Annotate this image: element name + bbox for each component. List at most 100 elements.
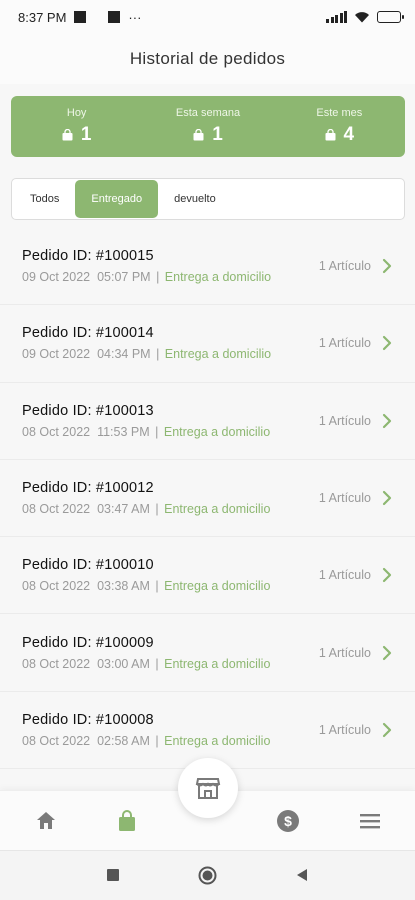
summary-today: Hoy 1 <box>11 96 142 157</box>
order-info: Pedido ID: #100014 09 Oct 2022 04:34 PM … <box>22 325 319 361</box>
order-date: 09 Oct 2022 <box>22 347 91 362</box>
order-id: Pedido ID: #100013 <box>22 402 154 419</box>
dollar-icon[interactable]: $ <box>276 809 300 833</box>
tab-todos[interactable]: Todos <box>14 180 75 218</box>
delivery-type: Entrega a domicilio <box>164 270 272 285</box>
recents-icon[interactable] <box>106 868 120 882</box>
order-info: Pedido ID: #100008 08 Oct 2022 02:58 AM … <box>22 712 319 748</box>
order-time: 02:58 AM <box>97 733 150 748</box>
order-id: Pedido ID: #100014 <box>22 325 154 342</box>
summary-label: Esta semana <box>175 107 241 119</box>
order-row[interactable]: Pedido ID: #100010 08 Oct 2022 03:38 AM … <box>0 537 415 615</box>
summary-value: 4 <box>325 124 355 146</box>
chevron-right-icon <box>382 645 392 660</box>
shopping-bag-icon[interactable] <box>115 809 139 833</box>
delivery-type: Entrega a domicilio <box>163 424 271 439</box>
home-icon[interactable] <box>34 809 58 833</box>
status-bar: 8:37 PM ··· <box>0 0 415 34</box>
svg-text:$: $ <box>284 813 292 829</box>
order-row[interactable]: Pedido ID: #100015 09 Oct 2022 05:07 PM … <box>0 228 415 306</box>
summary-value: 1 <box>193 124 223 146</box>
home-system-icon[interactable] <box>198 866 217 885</box>
order-id: Pedido ID: #100009 <box>22 634 154 651</box>
status-tabs: Todos Entregado devuelto <box>11 178 405 220</box>
item-count: 1 Artículo <box>318 259 371 274</box>
summary-label: Este mes <box>316 107 363 119</box>
order-time: 03:47 AM <box>97 502 150 517</box>
store-button[interactable] <box>178 758 238 818</box>
item-count: 1 Artículo <box>318 491 371 506</box>
order-date: 08 Oct 2022 <box>22 579 91 594</box>
summary-week: Esta semana 1 <box>142 96 273 157</box>
order-date: 08 Oct 2022 <box>22 424 91 439</box>
order-date: 09 Oct 2022 <box>22 270 91 285</box>
chevron-right-icon <box>382 568 392 583</box>
chevron-right-icon <box>382 722 392 738</box>
order-time: 04:34 PM <box>97 347 151 362</box>
order-row[interactable]: Pedido ID: #100012 08 Oct 2022 03:47 AM … <box>0 459 415 538</box>
order-date: 08 Oct 2022 <box>22 502 91 517</box>
status-left: 8:37 PM ··· <box>18 10 141 25</box>
order-row[interactable]: Pedido ID: #100013 08 Oct 2022 11:53 PM … <box>0 382 415 460</box>
delivery-type: Entrega a domicilio <box>164 656 271 671</box>
chevron-right-icon <box>382 336 392 351</box>
delivery-type: Entrega a domicilio <box>164 502 271 517</box>
order-info: Pedido ID: #100009 08 Oct 2022 03:00 AM … <box>22 635 319 671</box>
bag-icon <box>325 129 336 141</box>
delivery-type: Entrega a domicilio <box>164 733 271 748</box>
status-time: 8:37 PM <box>18 9 67 25</box>
delivery-type: Entrega a domicilio <box>164 347 272 362</box>
order-time: 05:07 PM <box>97 270 151 285</box>
orders-list: Pedido ID: #100015 09 Oct 2022 05:07 PM … <box>0 228 415 770</box>
bag-icon <box>62 129 73 141</box>
summary-count: 1 <box>80 124 92 145</box>
chevron-right-icon <box>382 413 392 428</box>
back-icon[interactable] <box>295 868 309 882</box>
order-id: Pedido ID: #100008 <box>22 711 154 728</box>
item-count: 1 Artículo <box>318 413 371 428</box>
wifi-icon <box>355 12 369 23</box>
tab-entregado[interactable]: Entregado <box>75 180 159 218</box>
signal-icon <box>326 11 347 23</box>
tab-devuelto[interactable]: devuelto <box>158 180 232 218</box>
order-id: Pedido ID: #100010 <box>22 557 154 574</box>
status-more: ··· <box>128 9 142 25</box>
order-info: Pedido ID: #100013 08 Oct 2022 11:53 PM … <box>22 403 319 439</box>
summary-label: Hoy <box>66 107 87 119</box>
order-meta: 08 Oct 2022 03:38 AM | Entrega a domicil… <box>22 579 271 594</box>
order-meta: 08 Oct 2022 11:53 PM | Entrega a domicil… <box>22 424 271 439</box>
order-row[interactable]: Pedido ID: #100009 08 Oct 2022 03:00 AM … <box>0 614 415 692</box>
item-count: 1 Artículo <box>318 336 371 351</box>
order-meta: 09 Oct 2022 05:07 PM | Entrega a domicil… <box>22 270 272 285</box>
summary-count: 4 <box>343 124 355 145</box>
chevron-right-icon <box>382 490 392 506</box>
delivery-type: Entrega a domicilio <box>164 579 271 594</box>
order-time: 03:38 AM <box>97 579 150 594</box>
item-count: 1 Artículo <box>318 645 371 660</box>
order-summary: Hoy 1 Esta semana 1 Este mes 4 <box>11 96 405 157</box>
order-row[interactable]: Pedido ID: #100014 09 Oct 2022 04:34 PM … <box>0 305 415 383</box>
menu-icon[interactable] <box>358 809 382 833</box>
notification-icon-2 <box>108 11 121 23</box>
order-info: Pedido ID: #100015 09 Oct 2022 05:07 PM … <box>22 248 319 284</box>
summary-count: 1 <box>212 124 223 145</box>
summary-value: 1 <box>62 124 92 146</box>
order-time: 03:00 AM <box>97 656 150 671</box>
order-meta: 08 Oct 2022 03:00 AM | Entrega a domicil… <box>22 656 271 671</box>
order-meta: 08 Oct 2022 03:47 AM | Entrega a domicil… <box>22 502 271 517</box>
order-time: 11:53 PM <box>97 424 150 439</box>
order-id: Pedido ID: #100015 <box>22 248 154 265</box>
order-info: Pedido ID: #100012 08 Oct 2022 03:47 AM … <box>22 480 319 516</box>
bag-icon <box>193 129 204 141</box>
chevron-right-icon <box>382 259 392 274</box>
status-right <box>326 11 404 23</box>
system-nav-bar <box>0 850 415 900</box>
order-date: 08 Oct 2022 <box>22 733 91 748</box>
summary-month: Este mes 4 <box>274 96 405 157</box>
order-info: Pedido ID: #100010 08 Oct 2022 03:38 AM … <box>22 557 319 593</box>
order-id: Pedido ID: #100012 <box>22 480 154 497</box>
page-title: Historial de pedidos <box>0 34 415 84</box>
order-date: 08 Oct 2022 <box>22 656 91 671</box>
notification-icon <box>74 11 87 23</box>
order-meta: 09 Oct 2022 04:34 PM | Entrega a domicil… <box>22 347 272 362</box>
